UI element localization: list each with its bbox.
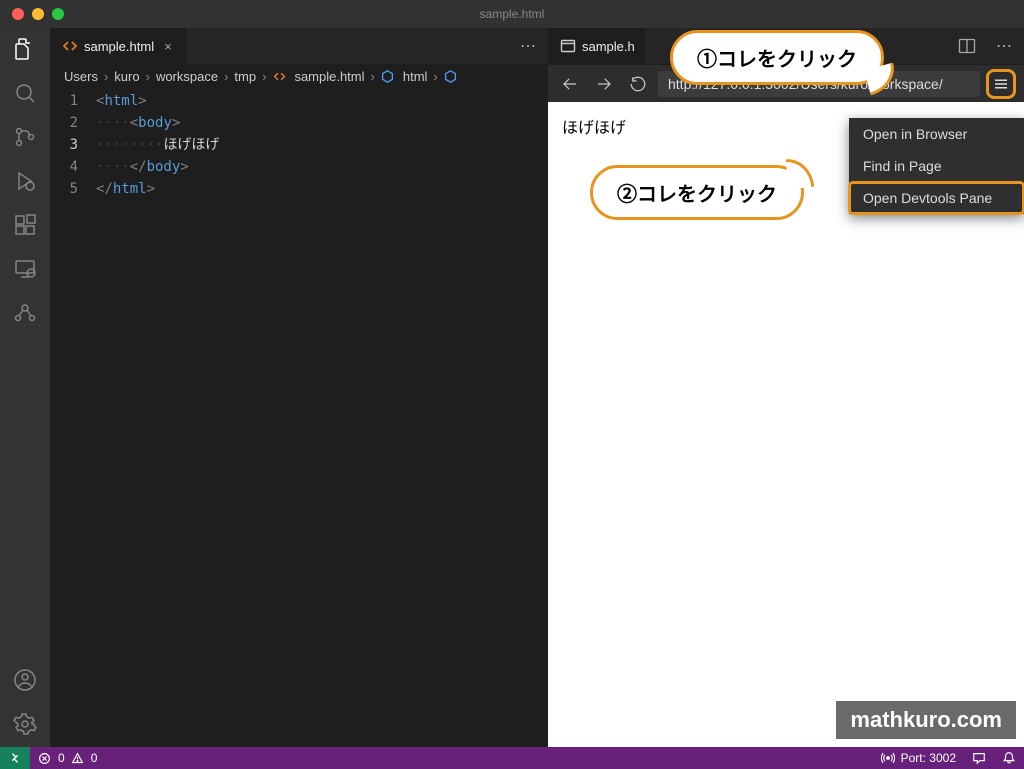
remote-indicator[interactable] <box>0 747 30 769</box>
accounts-icon[interactable] <box>12 667 38 693</box>
reload-button[interactable] <box>624 70 652 98</box>
close-window-button[interactable] <box>12 8 24 20</box>
run-debug-icon[interactable] <box>12 168 38 194</box>
port-indicator[interactable]: Port: 3002 <box>873 747 964 769</box>
watermark: mathkuro.com <box>836 701 1016 739</box>
split-editor-icon[interactable] <box>950 37 984 55</box>
preview-icon <box>560 38 576 54</box>
preview-more-icon[interactable]: ⋯ <box>984 36 1024 56</box>
context-menu: Open in Browser Find in Page Open Devtoo… <box>849 118 1024 214</box>
tab-preview[interactable]: sample.h <box>548 28 646 64</box>
broadcast-icon <box>881 751 895 765</box>
breadcrumb-part[interactable]: sample.html <box>294 69 364 84</box>
html-file-icon <box>62 38 78 54</box>
breadcrumb-part[interactable]: tmp <box>234 69 256 84</box>
symbol-icon <box>381 69 395 83</box>
breadcrumb-part[interactable]: kuro <box>114 69 139 84</box>
settings-gear-icon[interactable] <box>12 711 38 737</box>
code-content[interactable]: <html> ····<body> ········ほげほげ ····</bod… <box>96 88 548 747</box>
tab-label: sample.html <box>84 39 154 54</box>
preview-group: sample.h ⋯ http://127.0.0.1:3002/Users/k… <box>548 28 1024 747</box>
breadcrumb-part[interactable]: workspace <box>156 69 218 84</box>
warning-count: 0 <box>91 751 98 765</box>
editor-tabs: sample.html × ⋯ <box>50 28 548 64</box>
feedback-icon[interactable] <box>964 747 994 769</box>
activity-bar <box>0 28 50 747</box>
html-file-icon <box>272 69 286 83</box>
search-icon[interactable] <box>12 80 38 106</box>
hamburger-menu-button[interactable] <box>986 69 1016 99</box>
live-share-icon[interactable] <box>12 300 38 326</box>
close-tab-icon[interactable]: × <box>160 39 176 54</box>
window-controls <box>0 8 64 20</box>
error-icon <box>38 751 52 765</box>
status-bar: 0 0 Port: 3002 <box>0 747 1024 769</box>
error-count: 0 <box>58 751 65 765</box>
source-control-icon[interactable] <box>12 124 38 150</box>
problems-indicator[interactable]: 0 0 <box>30 747 105 769</box>
annotation-callout-2: ②コレをクリック <box>590 165 804 220</box>
back-button[interactable] <box>556 70 584 98</box>
breadcrumb-part[interactable]: Users <box>64 69 98 84</box>
tab-label: sample.h <box>582 39 635 54</box>
breadcrumb[interactable]: Users› kuro› workspace› tmp› sample.html… <box>50 64 548 88</box>
editor-more-icon[interactable]: ⋯ <box>508 36 548 56</box>
tab-sample-html[interactable]: sample.html × <box>50 28 187 64</box>
breadcrumb-part[interactable]: html <box>403 69 428 84</box>
explorer-icon[interactable] <box>12 36 38 62</box>
code-editor[interactable]: 1 2 3 4 5 <html> ····<body> ········ほげほげ… <box>50 88 548 747</box>
port-label: Port: 3002 <box>901 751 956 765</box>
symbol-icon <box>444 69 458 83</box>
menu-find-in-page[interactable]: Find in Page <box>849 150 1024 182</box>
annotation-callout-1: ①コレをクリック <box>670 30 884 85</box>
window-title: sample.html <box>0 7 1024 21</box>
maximize-window-button[interactable] <box>52 8 64 20</box>
editor-group: sample.html × ⋯ Users› kuro› workspace› … <box>50 28 548 747</box>
extensions-icon[interactable] <box>12 212 38 238</box>
forward-button[interactable] <box>590 70 618 98</box>
preview-body-text: ほげほげ <box>562 120 626 137</box>
menu-open-in-browser[interactable]: Open in Browser <box>849 118 1024 150</box>
notifications-icon[interactable] <box>994 747 1024 769</box>
line-numbers: 1 2 3 4 5 <box>50 88 96 747</box>
warning-icon <box>71 751 85 765</box>
remote-explorer-icon[interactable] <box>12 256 38 282</box>
titlebar: sample.html <box>0 0 1024 28</box>
menu-open-devtools[interactable]: Open Devtools Pane <box>849 182 1024 214</box>
minimize-window-button[interactable] <box>32 8 44 20</box>
